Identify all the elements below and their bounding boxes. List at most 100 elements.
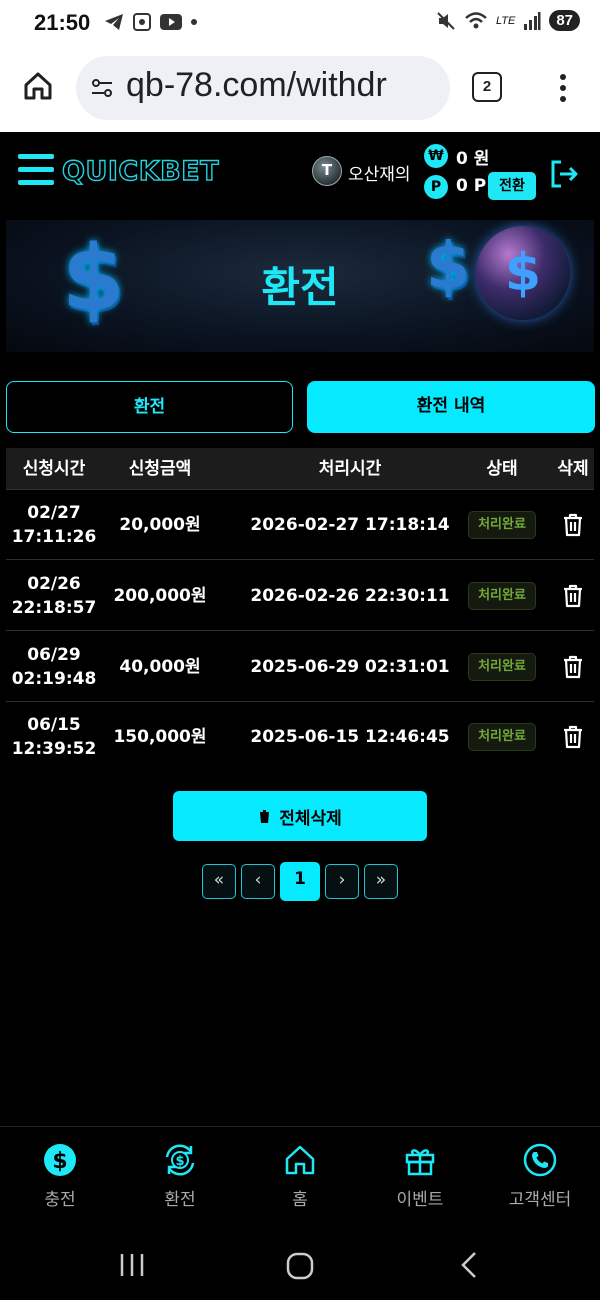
request-clock: 02:19:48	[11, 669, 97, 689]
status-cell: 처리완료	[452, 561, 552, 631]
processed-time: 2026-02-27 17:18:14	[250, 515, 450, 535]
nav-label: 홈	[292, 1190, 308, 1210]
table-header: 신청시간 신청금액 처리시간 상태 삭제	[6, 448, 594, 490]
cash-balance: 0 원	[456, 149, 490, 169]
trash-icon[interactable]	[562, 725, 584, 749]
battery-level: 87	[549, 10, 580, 31]
delete-all-label: 전체삭제	[279, 808, 342, 829]
site-settings-icon[interactable]	[90, 76, 114, 100]
status-cell: 처리완료	[452, 702, 552, 772]
request-date: 02/26	[27, 574, 81, 594]
svg-text:$: $	[52, 1149, 67, 1174]
won-coin-icon: ₩	[424, 144, 448, 168]
notification-icons	[104, 12, 198, 32]
tab-switcher-button[interactable]: 2	[472, 72, 502, 102]
bottom-nav: $ 충전 $ 환전 홈 이벤트 고객센터	[0, 1126, 600, 1226]
status-time: 21:50	[34, 10, 91, 35]
system-navigation-bar	[0, 1228, 600, 1300]
page-1-button[interactable]: 1	[280, 862, 320, 901]
point-coin-icon: P	[424, 175, 448, 199]
column-delete: 삭제	[557, 459, 589, 479]
delete-cell	[552, 702, 594, 772]
request-amount: 200,000원	[113, 586, 207, 606]
system-home-icon[interactable]	[286, 1252, 314, 1280]
hamburger-menu-icon[interactable]	[18, 154, 54, 190]
nav-customer-center[interactable]: 고객센터	[480, 1127, 600, 1227]
browser-menu-icon[interactable]	[556, 72, 570, 104]
logout-icon[interactable]	[548, 158, 580, 190]
request-date: 02/27	[27, 503, 81, 523]
telegram-icon	[105, 14, 123, 30]
nav-home[interactable]: 홈	[240, 1127, 360, 1227]
convert-points-button[interactable]: 전환	[488, 172, 536, 200]
trash-icon[interactable]	[562, 655, 584, 679]
nav-label: 이벤트	[396, 1190, 444, 1210]
table-row: 06/29 02:19:48 40,000원 2025-06-29 02:31:…	[6, 632, 594, 702]
status-cell: 처리완료	[452, 632, 552, 702]
request-time-cell: 02/26 22:18:57	[6, 561, 102, 631]
status-badge: 처리완료	[468, 582, 536, 610]
wifi-icon	[465, 11, 487, 28]
status-bar: 21:50 LTE 87	[0, 0, 600, 46]
exchange-icon: $	[165, 1144, 195, 1176]
username[interactable]: 오산재의	[348, 160, 411, 185]
trash-icon[interactable]	[562, 513, 584, 537]
request-clock: 22:18:57	[11, 598, 97, 618]
dot-icon	[191, 19, 197, 25]
phone-icon	[523, 1143, 557, 1177]
request-time-cell: 06/29 02:19:48	[6, 632, 102, 702]
next-page-button[interactable]: ›	[325, 864, 359, 899]
point-balance: 0 P	[456, 176, 487, 196]
first-page-button[interactable]: «	[202, 864, 236, 899]
table-row: 02/26 22:18:57 200,000원 2026-02-26 22:30…	[6, 561, 594, 631]
nav-event[interactable]: 이벤트	[360, 1127, 480, 1227]
url-text[interactable]: qb-78.com/withdr	[126, 66, 387, 105]
site-header: QUICKBET T 오산재의 ₩ 0 원 P 0 P 전환	[0, 132, 600, 218]
lte-label: LTE	[495, 14, 516, 27]
processed-time: 2025-06-15 12:46:45	[250, 727, 450, 747]
status-badge: 처리완료	[468, 653, 536, 681]
last-page-button[interactable]: »	[364, 864, 398, 899]
nav-label: 환전	[164, 1190, 196, 1210]
request-clock: 12:39:52	[11, 739, 97, 759]
page-title: 환전	[261, 263, 339, 312]
tab-withdraw-history[interactable]: 환전 내역	[307, 381, 595, 433]
browser-toolbar: qb-78.com/withdr 2	[0, 46, 600, 132]
system-icons: LTE 87	[436, 10, 580, 31]
nav-withdraw[interactable]: $ 환전	[120, 1127, 240, 1227]
recent-apps-icon[interactable]	[118, 1252, 146, 1278]
svg-text:$: $	[175, 1154, 184, 1169]
delete-all-button[interactable]: 전체삭제	[173, 791, 427, 841]
request-amount: 150,000원	[113, 727, 207, 747]
browser-home-icon[interactable]	[22, 70, 54, 102]
request-date: 06/29	[27, 645, 81, 665]
processed-time: 2025-06-29 02:31:01	[250, 657, 450, 677]
status-badge: 처리완료	[468, 723, 536, 751]
request-amount: 20,000원	[119, 515, 201, 535]
column-status: 상태	[486, 459, 518, 479]
nav-label: 고객센터	[508, 1190, 572, 1210]
nav-deposit[interactable]: $ 충전	[0, 1127, 120, 1227]
column-request-amount: 신청금액	[128, 459, 192, 479]
request-date: 06/15	[27, 715, 81, 735]
url-bar[interactable]: qb-78.com/withdr	[76, 56, 450, 120]
request-clock: 17:11:26	[11, 527, 97, 547]
delete-cell	[552, 561, 594, 631]
status-badge: 처리완료	[468, 511, 536, 539]
table-row: 06/15 12:39:52 150,000원 2025-06-15 12:46…	[6, 702, 594, 772]
user-level-badge: T	[312, 156, 342, 186]
page-banner: $ $ $ 환전	[6, 220, 594, 352]
processed-time: 2026-02-26 22:30:11	[250, 586, 450, 606]
trash-icon[interactable]	[562, 584, 584, 608]
site-logo[interactable]: QUICKBET	[61, 155, 219, 187]
nav-label: 충전	[44, 1190, 76, 1210]
prev-page-button[interactable]: ‹	[241, 864, 275, 899]
signal-icon	[524, 11, 541, 30]
tab-withdraw[interactable]: 환전	[6, 381, 293, 433]
back-icon[interactable]	[458, 1250, 480, 1280]
column-request-time: 신청시간	[22, 459, 86, 479]
youtube-icon	[160, 14, 182, 30]
delete-cell	[552, 490, 594, 560]
mute-icon	[437, 11, 455, 30]
request-time-cell: 06/15 12:39:52	[6, 702, 102, 772]
